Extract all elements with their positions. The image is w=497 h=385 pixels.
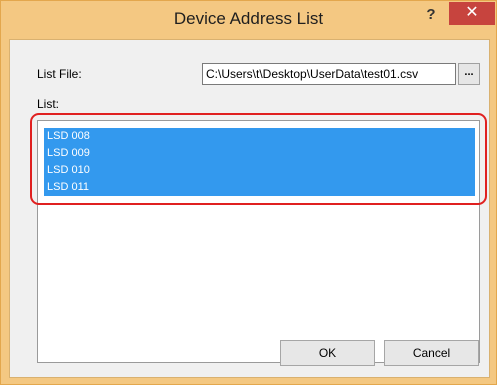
close-button[interactable]: ✕ [449, 2, 495, 25]
title-bar[interactable]: Device Address List ? ✕ [1, 1, 496, 39]
help-button[interactable]: ? [418, 5, 444, 25]
ok-button[interactable]: OK [280, 340, 375, 366]
list-file-path-field[interactable]: C:\Users\t\Desktop\UserData\test01.csv [202, 63, 456, 85]
device-address-list-dialog: Device Address List ? ✕ List File: C:\Us… [0, 0, 497, 385]
list-label: List: [37, 97, 60, 111]
cancel-button[interactable]: Cancel [384, 340, 479, 366]
browse-button[interactable]: ... [458, 63, 480, 85]
list-file-label: List File: [37, 67, 82, 81]
dialog-body: List File: C:\Users\t\Desktop\UserData\t… [9, 39, 490, 378]
selection-highlight-annotation [30, 113, 487, 205]
